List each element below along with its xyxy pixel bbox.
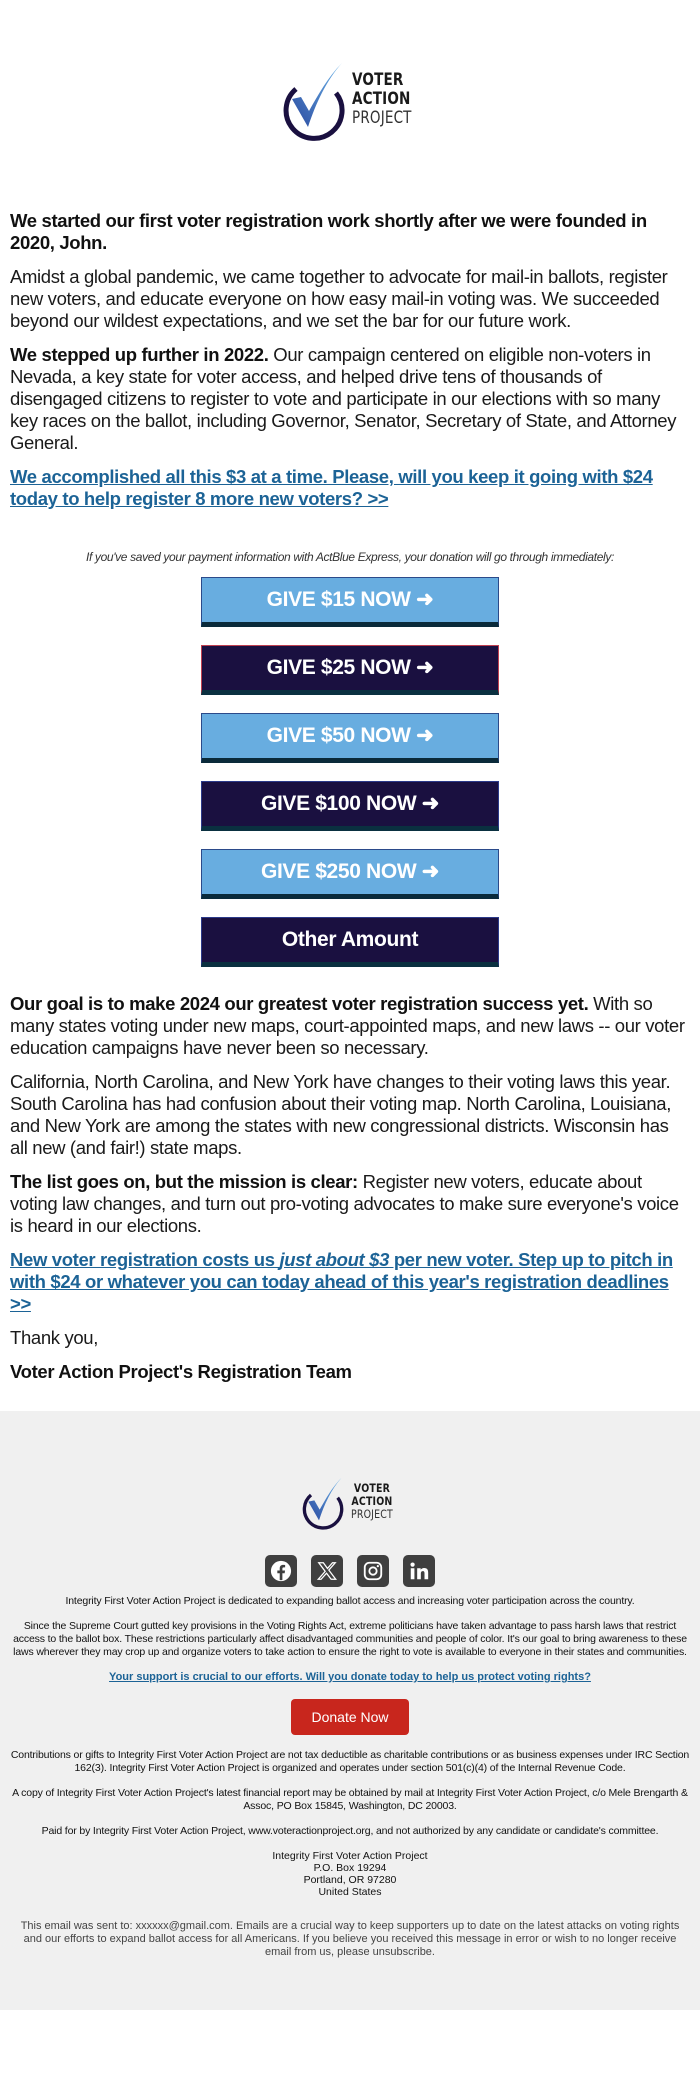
instagram-icon[interactable] <box>357 1555 389 1587</box>
actblue-note: If you've saved your payment information… <box>85 550 615 564</box>
logo-project: PROJECT <box>351 107 412 127</box>
give-25-button[interactable]: GIVE $25 NOW ➜ <box>201 645 499 695</box>
give-50-button[interactable]: GIVE $50 NOW ➜ <box>201 713 499 763</box>
facebook-icon[interactable] <box>265 1555 297 1587</box>
goal-paragraph: Our goal is to make 2024 our greatest vo… <box>10 993 685 1058</box>
states-paragraph: California, North Carolina, and New York… <box>10 1071 672 1158</box>
donation-buttons: GIVE $15 NOW ➜ GIVE $25 NOW ➜ GIVE $50 N… <box>10 577 690 967</box>
financial-report-note: A copy of Integrity First Voter Action P… <box>12 1787 688 1812</box>
other-amount-button[interactable]: Other Amount <box>201 917 499 967</box>
footer-mission: Integrity First Voter Action Project is … <box>65 1595 635 1607</box>
give-15-button[interactable]: GIVE $15 NOW ➜ <box>201 577 499 627</box>
logo-voter: VOTER <box>351 69 404 89</box>
signoff: Thank you, <box>10 1327 99 1348</box>
give-100-button[interactable]: GIVE $100 NOW ➜ <box>201 781 499 831</box>
signature: Voter Action Project's Registration Team <box>10 1361 352 1382</box>
pandemic-paragraph: Amidst a global pandemic, we came togeth… <box>10 266 668 331</box>
donate-link-24[interactable]: We accomplished all this $3 at a time. P… <box>10 466 653 509</box>
checkmark-logo-icon <box>303 1477 344 1530</box>
sent-to-notice: This email was sent to: xxxxxx@gmail.com… <box>20 1920 680 1958</box>
give-250-button[interactable]: GIVE $250 NOW ➜ <box>201 849 499 899</box>
logo-action: ACTION <box>351 88 411 108</box>
linkedin-icon[interactable] <box>403 1555 435 1587</box>
checkmark-logo-icon <box>283 63 345 141</box>
intro-paragraph: We started our first voter registration … <box>10 210 647 253</box>
x-icon[interactable] <box>311 1555 343 1587</box>
paid-for-disclaimer: Paid for by Integrity First Voter Action… <box>41 1825 659 1837</box>
2022-paragraph: We stepped up further in 2022. Our campa… <box>10 344 677 453</box>
social-links <box>10 1555 690 1587</box>
footer-support-link[interactable]: Your support is crucial to our efforts. … <box>10 1671 690 1683</box>
donate-link-registration[interactable]: New voter registration costs us just abo… <box>10 1249 673 1314</box>
footer-logo: VOTER ACTION PROJECT <box>10 1471 690 1531</box>
mission-paragraph: The list goes on, but the mission is cle… <box>10 1171 679 1236</box>
donate-now-button[interactable]: Donate Now <box>291 1699 409 1735</box>
tax-disclaimer: Contributions or gifts to Integrity Firs… <box>10 1749 690 1774</box>
header-logo: VOTER ACTION PROJECT <box>0 0 700 148</box>
footer-about: Since the Supreme Court gutted key provi… <box>13 1620 687 1658</box>
footer: VOTER ACTION PROJECT Integrity First Vot… <box>0 1411 700 2010</box>
mailing-address: Integrity First Voter Action Project P.O… <box>272 1850 428 1898</box>
